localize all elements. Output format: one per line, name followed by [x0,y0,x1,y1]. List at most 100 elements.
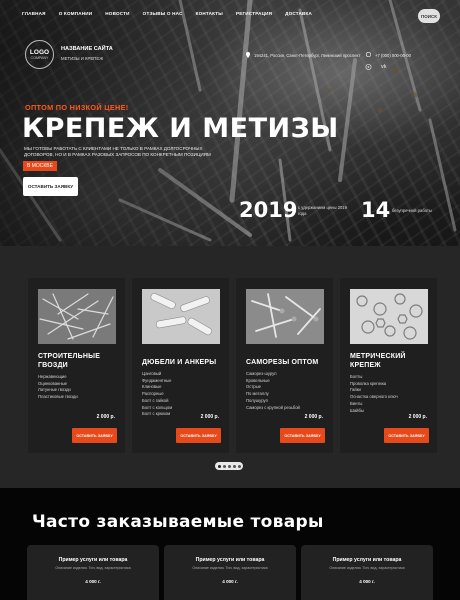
product-title: МЕТРИЧЕСКИЙ КРЕПЕЖ [350,353,406,369]
list-item: Болты [350,374,363,379]
list-item: Латунные гвозди [38,387,71,393]
list-item: Цанговый [142,371,162,376]
hero-banner: ГЛАВНАЯ О КОМПАНИИ НОВОСТИ ОТЗЫВЫ О НАС … [0,0,460,246]
list-item: Болт с гайкой [142,397,169,403]
list-item: Полушуруп [246,397,268,403]
product-title: СТРОИТЕЛЬНЫЕ ГВОЗДИ [38,353,101,369]
logo-text: LOGO [29,49,50,56]
frequent-product-card[interactable]: Пример услуги или товара Описание издели… [164,545,296,600]
frequent-product-desc: Описание изделия. Тип, вид, характеристи… [55,566,131,570]
frequent-product-title: Пример услуги или товара [195,557,265,563]
nav-item-contacts[interactable]: КОНТАКТЫ [196,11,223,16]
list-item: Оцинкованные [38,380,67,386]
top-navigation: ГЛАВНАЯ О КОМПАНИИ НОВОСТИ ОТЗЫВЫ О НАС … [22,11,312,16]
product-price: 2 000 р. [304,414,323,420]
hero-tagline: ОПТОМ ПО НИЗКОЙ ЦЕНЕ! [25,103,129,112]
nav-item-news[interactable]: НОВОСТИ [105,11,129,16]
nav-item-reviews[interactable]: ОТЗЫВЫ О НАС [143,11,183,16]
list-item: Кровельные [246,377,270,383]
order-button[interactable]: ОСТАВИТЬ ЗАЯВКУ [176,428,221,443]
list-item: Проволка крепежа [350,380,387,386]
product-title: САМОРЕЗЫ ОПТОМ [246,359,319,366]
frequent-product-card[interactable]: Пример услуги или товара Описание издели… [301,545,433,600]
order-button[interactable]: ОСТАВИТЬ ЗАЯВКУ [384,428,429,443]
leave-request-button[interactable]: ОСТАВИТЬ ЗАЯВКУ [23,177,78,196]
stat-years-caption: безупречной работы [392,208,432,213]
order-button[interactable]: ОСТАВИТЬ ЗАЯВКУ [280,428,325,443]
hero-lead: МЫ ГОТОВЫ РАБОТАТЬ С КЛИЕНТАМИ НЕ ТОЛЬКО… [24,146,211,158]
list-item: Фундаментные [142,377,172,383]
dowels-image [142,289,220,344]
frequent-product-title: Пример услуги или товара [58,557,128,563]
pagination-dot[interactable] [232,464,236,468]
stat-year-caption: с удержанием цены 2019 года [298,205,347,216]
nails-image [38,289,116,344]
vk-icon[interactable] [365,64,372,72]
frequent-product-desc: Описание изделия. Тип, вид, характеристи… [192,566,268,570]
address-text: 194241, Россия, Санкт-Петербург, Ленинск… [254,53,361,58]
pagination-dot[interactable] [237,464,241,468]
nav-item-delivery[interactable]: ДОСТАВКА [285,11,312,16]
product-price: 2 000 р. [200,414,219,420]
frequent-product-price: 4 000 г. [359,579,375,584]
hero-title: КРЕПЕЖ И МЕТИЗЫ [22,113,339,144]
product-card-screws: САМОРЕЗЫ ОПТОМ Саморез-шуруп Кровельные … [236,278,333,453]
product-price: 2 000 р. [96,414,115,420]
frequent-product-title: Пример услуги или товара [332,557,402,563]
logo[interactable]: LOGO COMPANY [25,40,54,69]
list-item: Саморез с крупной резьбой [246,404,300,410]
product-feature-list: Цанговый Фундаментные Клиновые Распорные… [142,371,172,418]
order-button[interactable]: ОСТАВИТЬ ЗАЯВКУ [72,428,117,443]
product-feature-list: Нержавеющие Оцинкованные Латунные гвозди… [38,374,78,401]
list-item: Пластиковые гвозди [38,394,78,400]
product-feature-list: Саморез-шуруп Кровельные Острые По метал… [246,371,300,411]
phone-icon [365,51,372,58]
product-card-nails: СТРОИТЕЛЬНЫЕ ГВОЗДИ Нержавеющие Оцинкова… [28,278,125,453]
product-card-dowels: ДЮБЕЛИ И АНКЕРЫ Цанговый Фундаментные Кл… [132,278,229,453]
frequent-product-desc: Описание изделия. Тип, вид, характеристи… [329,566,405,570]
site-subtitle: МЕТИЗЫ И КРЕПЕЖ [61,56,104,61]
nav-item-registration[interactable]: РЕГИСТРАЦИЯ [236,11,272,16]
list-item: Болт с кольцом [142,404,173,410]
screws-image [246,289,324,344]
list-item: Саморез-шуруп [246,371,277,376]
logo-sub: COMPANY [30,56,49,60]
site-name: НАЗВАНИЕ САЙТА [61,46,113,52]
address: 194241, Россия, Санкт-Петербург, Ленинск… [246,52,360,59]
frequent-product-card[interactable]: Пример услуги или товара Описание издели… [27,545,159,600]
product-cards: СТРОИТЕЛЬНЫЕ ГВОЗДИ Нержавеющие Оцинкова… [28,278,437,453]
stat-years: 14 [361,198,391,222]
search-button[interactable]: ПОИСК [418,9,440,23]
frequent-products-section: Часто заказываемые товары Пример услуги … [0,488,460,600]
city-badge: В МОСКВЕ [23,161,57,171]
list-item: Болт с крюком [142,411,171,417]
list-item: Распорные [142,391,164,397]
nav-item-home[interactable]: ГЛАВНАЯ [22,11,46,16]
product-card-metric: МЕТРИЧЕСКИЙ КРЕПЕЖ Болты Проволка крепеж… [340,278,437,453]
list-item: Оснастка оверного ключ [350,394,398,400]
phone-text: +7 (000) 000-00-00 [375,52,411,58]
list-item: Винты [350,400,363,406]
nav-item-about[interactable]: О КОМПАНИИ [59,11,93,16]
pagination-dot[interactable] [222,464,226,468]
frequent-product-price: 4 000 г. [222,579,238,584]
frequent-product-price: 4 000 г. [85,579,101,584]
list-item: Острые [246,384,261,390]
pagination-dot[interactable] [217,464,221,468]
social-links: vk [365,64,387,72]
list-item: Шайбы [350,407,364,413]
carousel-pagination [215,462,243,470]
list-item: Клиновые [142,384,162,390]
vk-icon[interactable]: vk [381,64,387,72]
metric-fasteners-image [350,289,428,344]
phone[interactable]: +7 (000) 000-00-00 [365,51,411,58]
stat-year: 2019 [239,198,298,222]
product-price: 2 000 р. [408,414,427,420]
list-item: Гайки [350,387,361,393]
product-feature-list: Болты Проволка крепежа Гайки Оснастка ов… [350,374,398,414]
product-title: ДЮБЕЛИ И АНКЕРЫ [142,359,217,366]
list-item: По металлу [246,391,269,397]
pagination-dot[interactable] [227,464,231,468]
list-item: Нержавеющие [38,374,67,379]
section-title: Часто заказываемые товары [32,512,324,532]
